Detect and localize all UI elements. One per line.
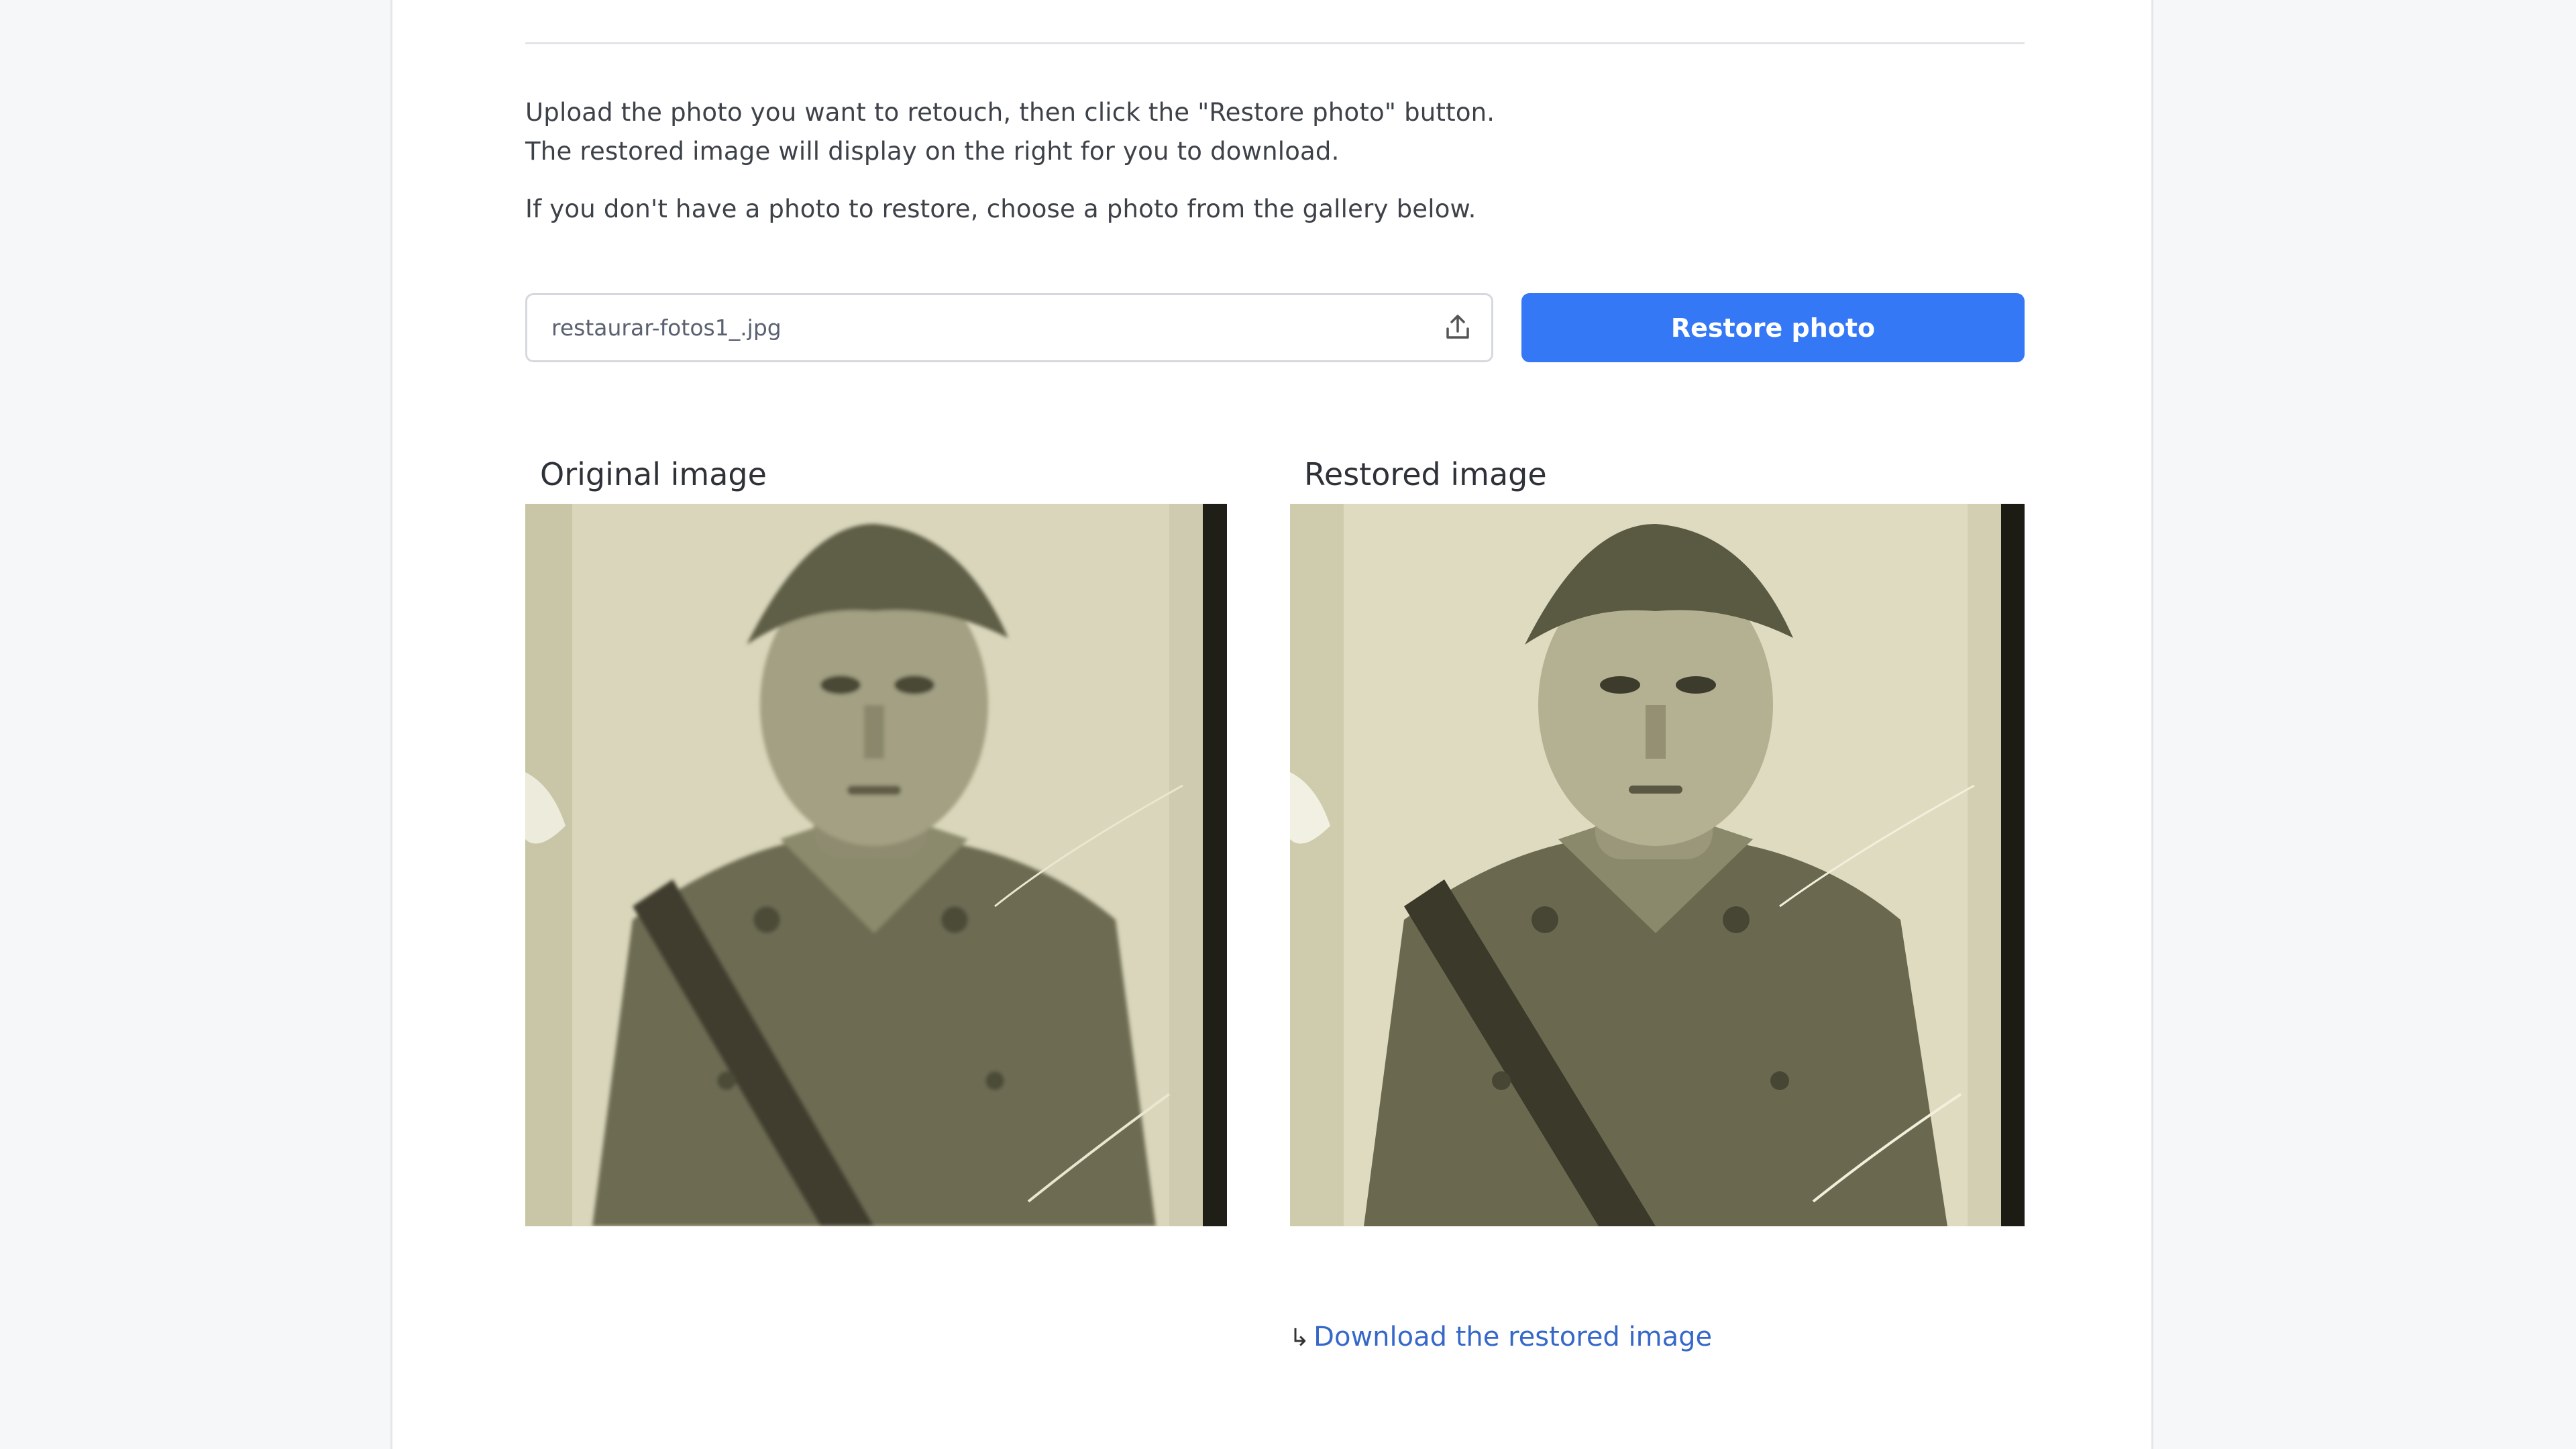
original-image [525,504,1227,1226]
original-image-label: Original image [540,456,767,492]
download-arrow-icon: ↳ [1289,1324,1310,1352]
download-restored-image-link[interactable]: ↳ Download the restored image [1289,1322,1712,1352]
restored-image [1290,504,2025,1226]
instruction-line-3: If you don't have a photo to restore, ch… [525,195,1477,223]
instruction-line-1: Upload the photo you want to retouch, th… [525,98,1495,127]
restore-photo-button[interactable]: Restore photo [1521,293,2025,362]
upload-icon[interactable] [1442,311,1474,343]
file-upload-field[interactable]: restaurar-fotos1_.jpg [525,293,1493,362]
download-link-label: Download the restored image [1313,1322,1713,1352]
file-name-value: restaurar-fotos1_.jpg [551,315,782,341]
instruction-line-2: The restored image will display on the r… [525,137,1340,166]
restored-image-label: Restored image [1304,456,1547,492]
section-divider [525,42,2025,44]
